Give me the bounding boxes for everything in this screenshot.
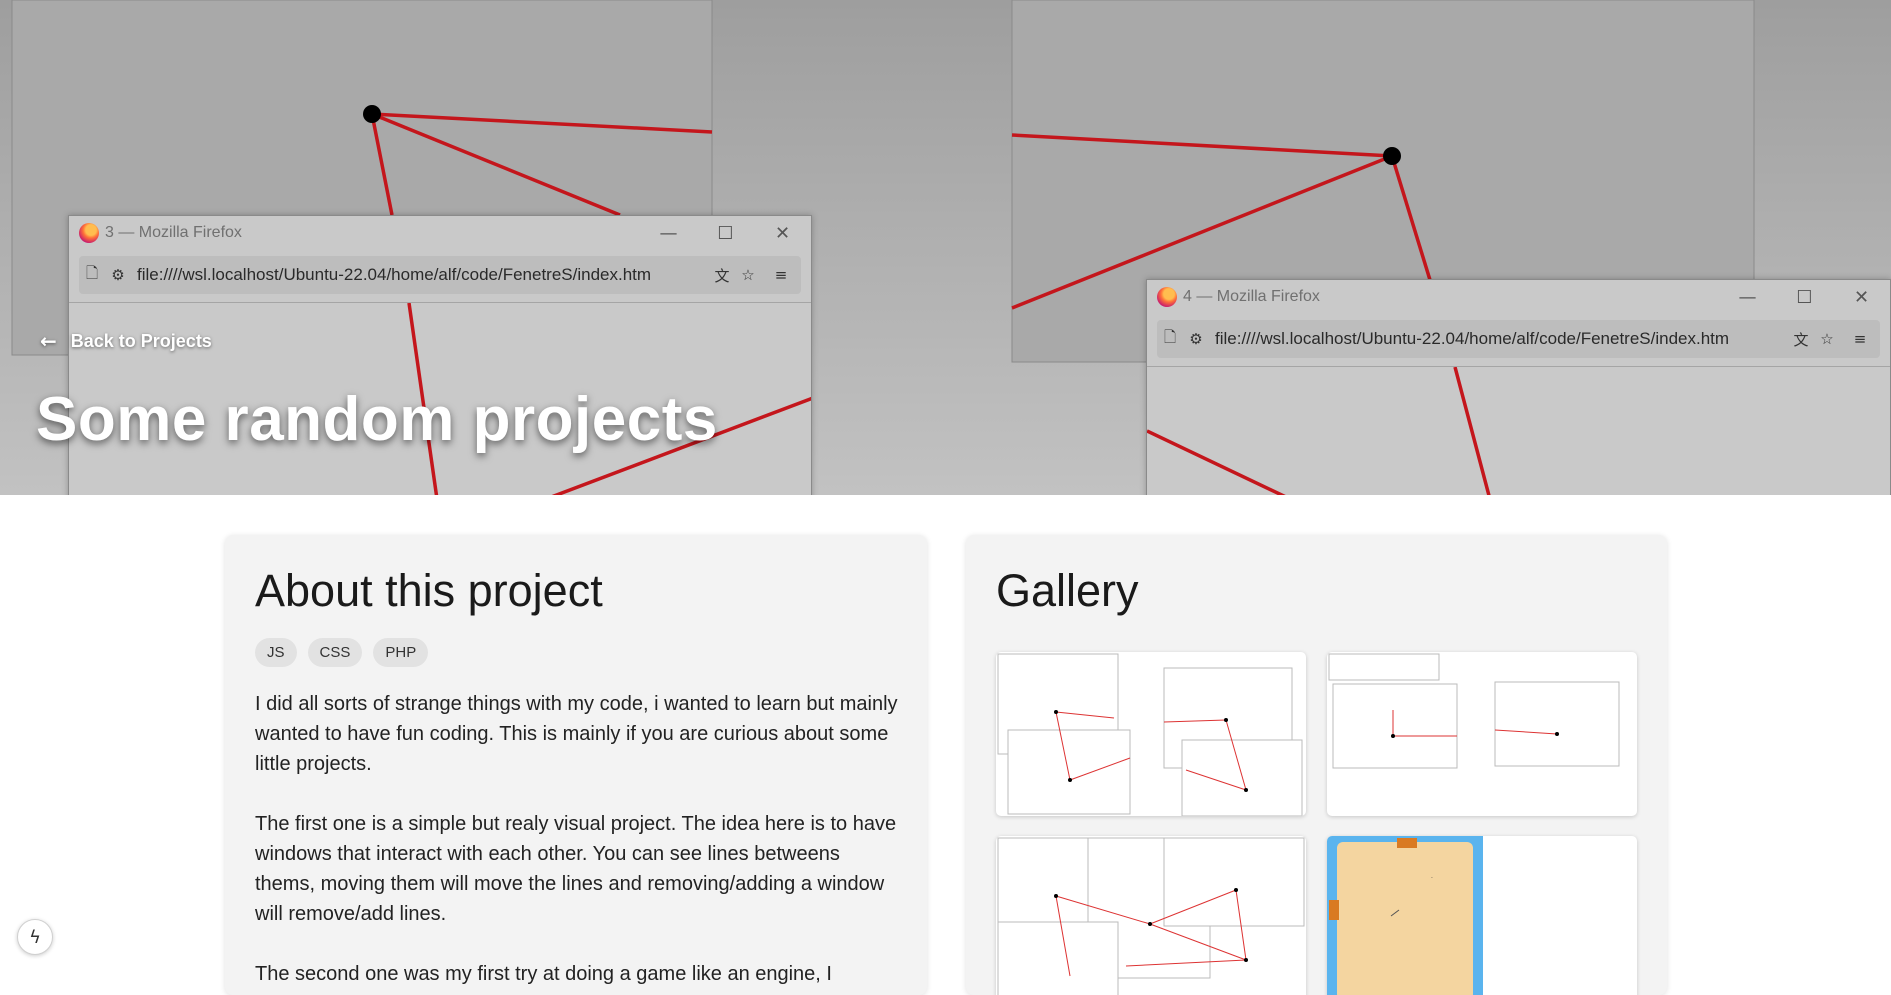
tag-css: CSS bbox=[307, 638, 363, 667]
firefox-window-4: 4 — Mozilla Firefox — ☐ ✕ 🗋 ⚙ file:////w… bbox=[1146, 279, 1891, 495]
graph-node bbox=[1383, 147, 1401, 165]
gallery-card: Gallery · bbox=[966, 535, 1667, 995]
gallery-image-2[interactable] bbox=[1327, 652, 1637, 816]
menu-icon: ≡ bbox=[1853, 330, 1867, 348]
minimize-icon: — bbox=[1738, 286, 1757, 308]
menu-icon: ≡ bbox=[774, 266, 788, 284]
description-paragraph: The second one was my first try at doing… bbox=[255, 963, 832, 985]
minimize-icon: — bbox=[659, 222, 678, 244]
firefox-logo-icon bbox=[1157, 287, 1177, 307]
close-icon: ✕ bbox=[774, 222, 791, 244]
description-paragraph: The first one is a simple but realy visu… bbox=[255, 813, 897, 925]
page-icon: 🗋 bbox=[85, 263, 99, 282]
page-title: Some random projects bbox=[36, 385, 718, 454]
page-icon: 🗋 bbox=[1163, 327, 1177, 346]
maximize-icon: ☐ bbox=[717, 222, 734, 244]
url-text: file:////wsl.localhost/Ubuntu-22.04/home… bbox=[137, 265, 652, 284]
window-title: 4 — Mozilla Firefox bbox=[1183, 288, 1320, 305]
tag-js: JS bbox=[255, 638, 297, 667]
tech-tags: JS CSS PHP bbox=[255, 638, 429, 667]
window-titlebar: 3 — Mozilla Firefox — ☐ ✕ bbox=[69, 216, 811, 250]
description-paragraph: I did all sorts of strange things with m… bbox=[255, 693, 898, 775]
svg-text:·: · bbox=[1431, 875, 1433, 882]
close-icon: ✕ bbox=[1853, 286, 1870, 308]
url-bar: 🗋 ⚙ file:////wsl.localhost/Ubuntu-22.04/… bbox=[1157, 320, 1880, 358]
back-link-label: Back to Projects bbox=[70, 330, 212, 351]
gallery-heading: Gallery bbox=[996, 565, 1139, 616]
url-text: file:////wsl.localhost/Ubuntu-22.04/home… bbox=[1215, 329, 1730, 348]
arrow-left-icon: ← bbox=[40, 329, 57, 353]
window-title: 3 — Mozilla Firefox bbox=[105, 224, 242, 241]
graph-node bbox=[363, 105, 381, 123]
back-to-projects-link[interactable]: ← Back to Projects bbox=[40, 329, 212, 353]
project-description: I did all sorts of strange things with m… bbox=[255, 689, 905, 995]
gallery-image-1[interactable] bbox=[996, 652, 1306, 816]
tag-php: PHP bbox=[373, 638, 429, 667]
permissions-icon: ⚙ bbox=[111, 266, 125, 284]
window-titlebar: 4 — Mozilla Firefox — ☐ ✕ bbox=[1147, 280, 1890, 314]
maximize-icon: ☐ bbox=[1796, 286, 1813, 308]
about-card: About this project JS CSS PHP I did all … bbox=[225, 535, 927, 995]
firefox-logo-icon bbox=[79, 223, 99, 243]
star-icon: ☆ bbox=[741, 266, 755, 284]
translate-icon: 文 bbox=[1793, 330, 1809, 349]
hero-banner: 3 — Mozilla Firefox — ☐ ✕ 🗋 ⚙ file:////w… bbox=[0, 0, 1891, 495]
permissions-icon: ⚙ bbox=[1189, 330, 1203, 348]
translate-icon: 文 bbox=[714, 266, 730, 285]
gallery-image-3[interactable] bbox=[996, 836, 1306, 995]
star-icon: ☆ bbox=[1820, 330, 1834, 348]
gallery-image-4[interactable]: · bbox=[1327, 836, 1637, 995]
url-bar: 🗋 ⚙ file:////wsl.localhost/Ubuntu-22.04/… bbox=[79, 256, 801, 294]
lightning-icon[interactable]: ϟ bbox=[17, 919, 53, 955]
about-heading: About this project bbox=[255, 565, 603, 616]
window-canvas bbox=[1147, 367, 1491, 495]
